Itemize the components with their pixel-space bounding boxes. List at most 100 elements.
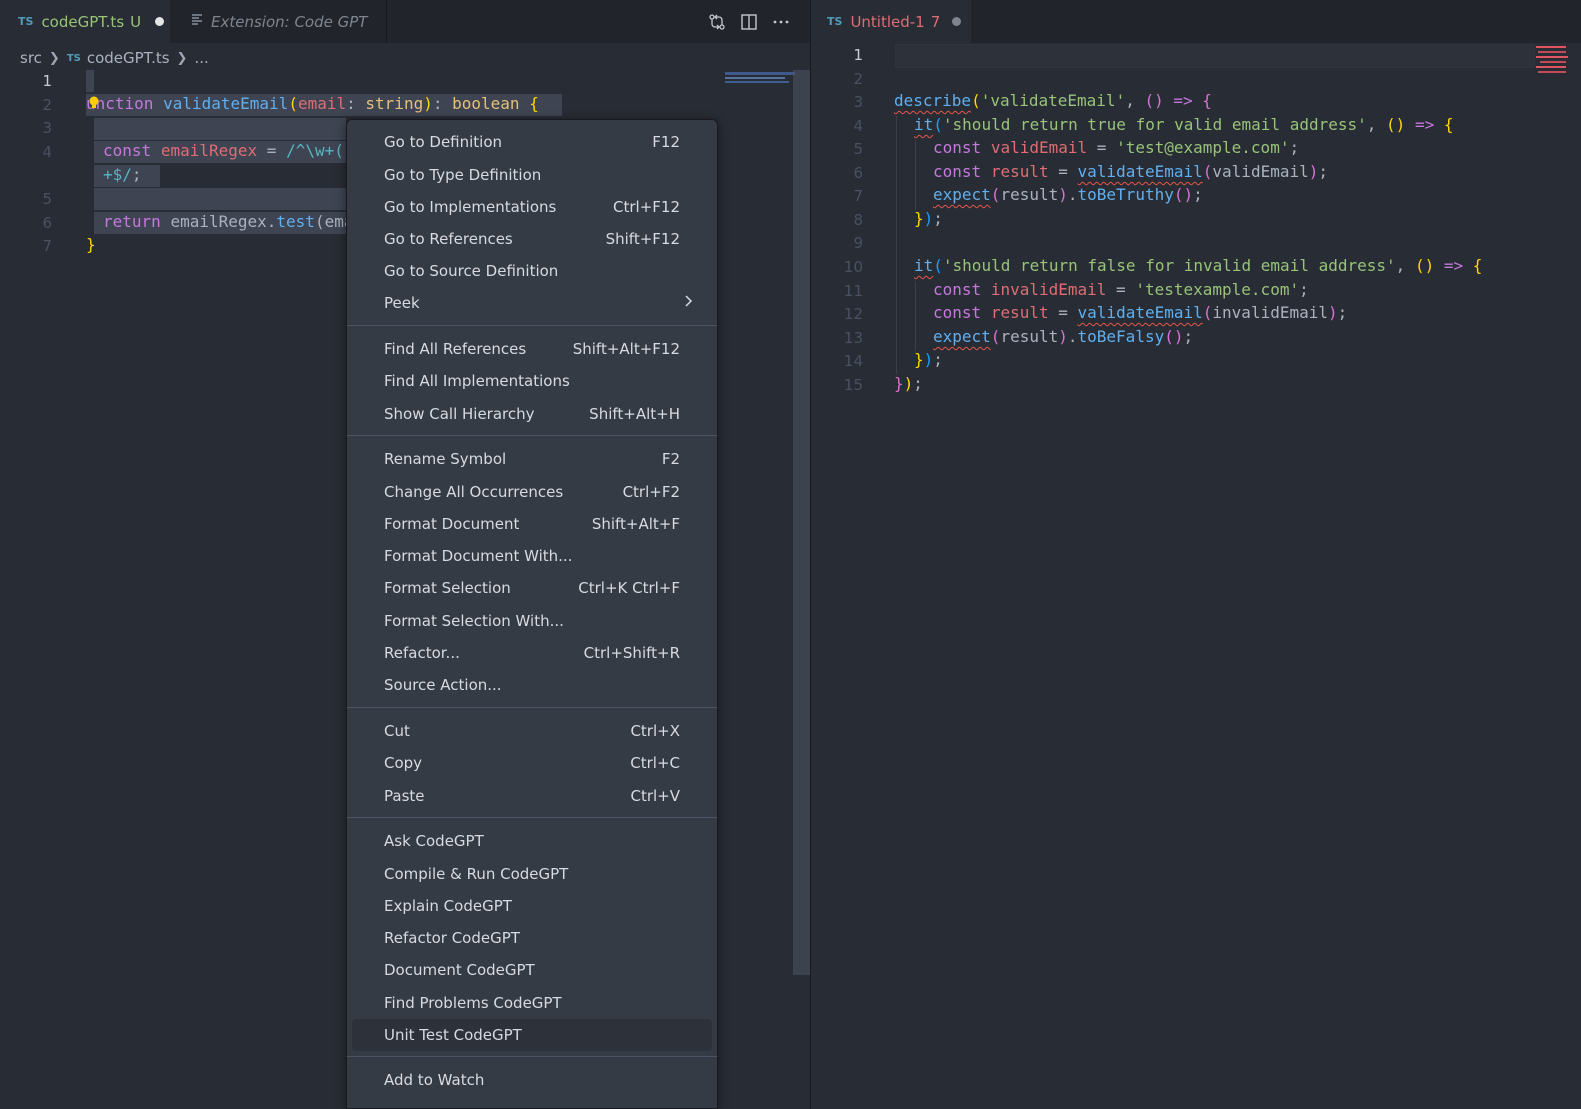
code-line-4-wrap[interactable]: +$/; bbox=[103, 165, 142, 184]
menu-item-format-selection[interactable]: Format Selection Ctrl+K Ctrl+F bbox=[352, 572, 712, 604]
code-token: = bbox=[1096, 138, 1107, 157]
menu-item-go-to-type-definition[interactable]: Go to Type Definition bbox=[352, 159, 712, 191]
code-line-12[interactable]: const result = validateEmail(invalidEmai… bbox=[933, 303, 1347, 322]
breadcrumb: src ❯ TS codeGPT.ts ❯ ... bbox=[20, 47, 209, 69]
compare-changes-icon[interactable] bbox=[705, 10, 729, 34]
code-line-7[interactable]: expect(result).toBeTruthy(); bbox=[933, 185, 1203, 204]
menu-item-unit-test-codegpt[interactable]: Unit Test CodeGPT bbox=[352, 1019, 712, 1051]
code-token: validateEmail bbox=[1077, 162, 1203, 181]
menu-item-add-to-watch[interactable]: Add to Watch bbox=[352, 1064, 712, 1096]
line-number: 1 bbox=[853, 46, 863, 64]
code-line-4[interactable]: it('should return true for valid email a… bbox=[914, 115, 1453, 134]
menu-item-explain-codegpt[interactable]: Explain CodeGPT bbox=[352, 890, 712, 922]
code-token: => bbox=[1414, 115, 1435, 134]
menu-item-label: Document CodeGPT bbox=[384, 961, 535, 979]
more-actions-icon[interactable] bbox=[769, 10, 793, 34]
menu-item-change-all-occurrences[interactable]: Change All Occurrences Ctrl+F2 bbox=[352, 476, 712, 508]
line-number: 8 bbox=[853, 211, 863, 229]
right-editor-group: TS Untitled-1 7 1 2 3 4 5 6 7 8 9 10 11 … bbox=[811, 0, 1581, 1109]
menu-item-refactor[interactable]: Refactor... Ctrl+Shift+R bbox=[352, 637, 712, 669]
code-token: ( bbox=[933, 115, 943, 134]
code-token: toBeFalsy bbox=[1077, 327, 1165, 346]
menu-item-format-selection-with[interactable]: Format Selection With... bbox=[352, 605, 712, 637]
current-line-highlight bbox=[895, 44, 1535, 68]
code-token: validEmail bbox=[990, 138, 1088, 157]
line-number: 3 bbox=[42, 119, 52, 137]
breadcrumb-folder[interactable]: src bbox=[20, 49, 42, 67]
menu-item-compile-run-codegpt[interactable]: Compile & Run CodeGPT bbox=[352, 858, 712, 890]
code-line-6[interactable]: return emailRegex.test(ema bbox=[103, 212, 353, 231]
unsaved-dot-icon[interactable] bbox=[952, 17, 962, 26]
menu-item-label: Compile & Run CodeGPT bbox=[384, 865, 569, 883]
menu-item-find-all-references[interactable]: Find All References Shift+Alt+F12 bbox=[352, 333, 712, 365]
code-line-4[interactable]: const emailRegex = /^\w+( bbox=[103, 141, 344, 160]
tab-codegpt-ts[interactable]: TS codeGPT.ts U bbox=[0, 0, 170, 43]
menu-item-source-action[interactable]: Source Action... bbox=[352, 669, 712, 701]
menu-item-rename-symbol[interactable]: Rename Symbol F2 bbox=[352, 443, 712, 475]
menu-item-peek[interactable]: Peek bbox=[352, 287, 712, 319]
code-token: it bbox=[914, 115, 934, 134]
unsaved-dot-icon[interactable] bbox=[155, 17, 165, 26]
code-line-8[interactable]: }); bbox=[914, 209, 943, 228]
code-token: validateEmail bbox=[163, 94, 289, 113]
menu-item-go-to-source-definition[interactable]: Go to Source Definition bbox=[352, 255, 712, 287]
code-line-6[interactable]: const result = validateEmail(validEmail)… bbox=[933, 162, 1328, 181]
code-token: 'testexample.com' bbox=[1135, 280, 1300, 299]
code-token: { bbox=[1472, 256, 1483, 275]
code-line-5[interactable]: const validEmail = 'test@example.com'; bbox=[933, 138, 1299, 157]
tab-extension-code-gpt[interactable]: Extension: Code GPT bbox=[171, 0, 387, 43]
split-editor-icon[interactable] bbox=[737, 10, 761, 34]
menu-item-label: Unit Test CodeGPT bbox=[384, 1026, 522, 1044]
menu-item-document-codegpt[interactable]: Document CodeGPT bbox=[352, 954, 712, 986]
lightbulb-icon[interactable] bbox=[88, 96, 100, 110]
menu-item-refactor-codegpt[interactable]: Refactor CodeGPT bbox=[352, 922, 712, 954]
code-token: describe bbox=[894, 91, 972, 110]
vertical-scrollbar[interactable] bbox=[793, 70, 810, 975]
menu-item-go-to-references[interactable]: Go to References Shift+F12 bbox=[352, 223, 712, 255]
code-line-3[interactable]: describe('validateEmail', () => { bbox=[894, 91, 1212, 110]
line-number: 3 bbox=[853, 93, 863, 111]
code-line-7[interactable]: } bbox=[86, 235, 96, 254]
code-token: } bbox=[914, 350, 924, 369]
line-number: 6 bbox=[42, 214, 52, 232]
menu-item-find-all-implementations[interactable]: Find All Implementations bbox=[352, 365, 712, 397]
code-token: => bbox=[1173, 91, 1193, 110]
minimap[interactable] bbox=[725, 72, 795, 86]
code-line-13[interactable]: expect(result).toBeFalsy(); bbox=[933, 327, 1193, 346]
menu-item-show-call-hierarchy[interactable]: Show Call Hierarchy Shift+Alt+H bbox=[352, 398, 712, 430]
code-token: validateEmail bbox=[1077, 303, 1203, 322]
menu-item-label: Go to Implementations bbox=[384, 198, 557, 216]
breadcrumb-symbol[interactable]: ... bbox=[194, 49, 208, 67]
breadcrumb-file[interactable]: codeGPT.ts bbox=[87, 49, 170, 67]
line-number: 7 bbox=[853, 187, 863, 205]
menu-item-cut[interactable]: Cut Ctrl+X bbox=[352, 715, 712, 747]
tab-untitled-1[interactable]: TS Untitled-1 7 bbox=[811, 0, 971, 43]
menu-item-copy[interactable]: Copy Ctrl+C bbox=[352, 747, 712, 779]
code-token: . bbox=[1067, 185, 1078, 204]
typescript-file-icon: TS bbox=[66, 52, 81, 64]
code-token: const bbox=[933, 303, 982, 322]
code-line-14[interactable]: }); bbox=[914, 350, 943, 369]
code-line-10[interactable]: it('should return false for invalid emai… bbox=[914, 256, 1482, 275]
menu-item-go-to-definition[interactable]: Go to Definition F12 bbox=[352, 126, 712, 158]
code-token: ; bbox=[933, 350, 943, 369]
menu-separator bbox=[347, 817, 717, 818]
menu-item-format-document[interactable]: Format Document Shift+Alt+F bbox=[352, 508, 712, 540]
menu-item-go-to-implementations[interactable]: Go to Implementations Ctrl+F12 bbox=[352, 191, 712, 223]
menu-separator bbox=[347, 1056, 717, 1057]
menu-item-format-document-with[interactable]: Format Document With... bbox=[352, 540, 712, 572]
code-line-15[interactable]: }); bbox=[894, 374, 923, 393]
minimap-error-markers[interactable] bbox=[1536, 46, 1570, 74]
code-line-11[interactable]: const invalidEmail = 'testexample.com'; bbox=[933, 280, 1309, 299]
menu-item-paste[interactable]: Paste Ctrl+V bbox=[352, 780, 712, 812]
code-token: result bbox=[990, 303, 1049, 322]
menu-item-ask-codegpt[interactable]: Ask CodeGPT bbox=[352, 825, 712, 857]
menu-item-shortcut: Shift+Alt+F12 bbox=[572, 340, 680, 358]
code-token: 'should return false for invalid email a… bbox=[942, 256, 1396, 275]
code-token: : bbox=[346, 94, 356, 113]
code-token: } bbox=[86, 235, 96, 254]
code-line-2[interactable]: unction validateEmail(email: string): bo… bbox=[86, 94, 539, 113]
tab-label: codeGPT.ts bbox=[41, 12, 125, 31]
menu-item-label: Find All Implementations bbox=[384, 372, 570, 390]
menu-item-find-problems-codegpt[interactable]: Find Problems CodeGPT bbox=[352, 987, 712, 1019]
